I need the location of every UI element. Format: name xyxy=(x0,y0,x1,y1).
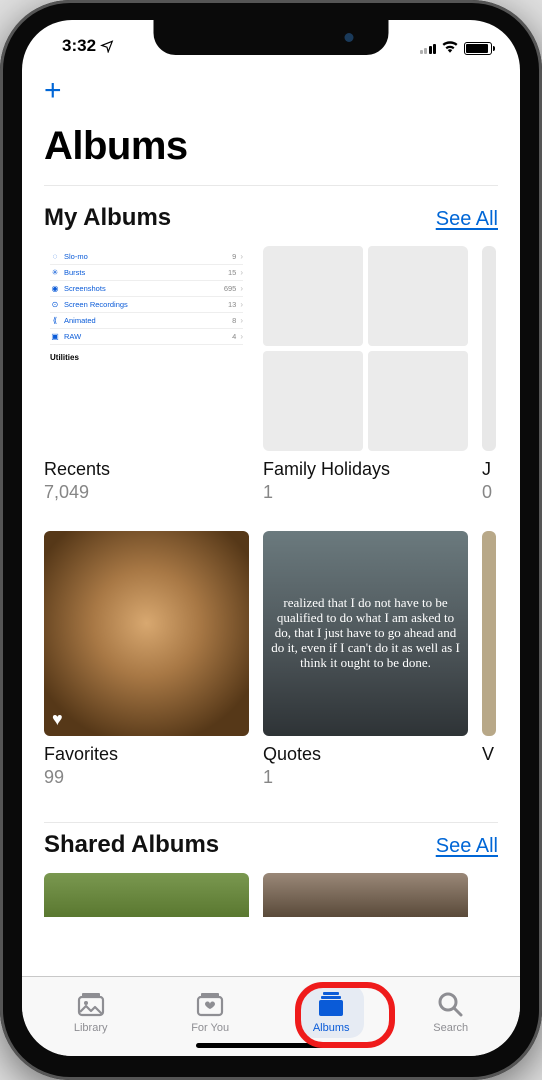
album-label: Family Holidays xyxy=(263,451,468,480)
section-shared-title: Shared Albums xyxy=(44,831,219,859)
album-family-holidays[interactable]: Family Holidays 1 xyxy=(263,246,468,503)
album-recents[interactable]: ◌Slo-mo9› ✳Bursts15› ◉Screenshots695› ⊙S… xyxy=(44,246,249,503)
album-label: Favorites xyxy=(44,736,249,765)
see-all-shared[interactable]: See All xyxy=(436,835,498,858)
for-you-icon xyxy=(194,989,226,1019)
home-indicator[interactable] xyxy=(196,1043,346,1048)
album-label: Quotes xyxy=(263,736,468,765)
tab-search[interactable]: Search xyxy=(419,985,482,1038)
album-count: 99 xyxy=(44,765,249,788)
photo-thumb xyxy=(263,873,468,917)
battery-icon xyxy=(464,42,492,55)
album-label: Recents xyxy=(44,451,249,480)
albums-icon xyxy=(315,989,347,1019)
status-time: 3:32 xyxy=(62,36,96,56)
library-icon xyxy=(75,989,107,1019)
signal-icon xyxy=(420,42,437,54)
heart-icon: ♥ xyxy=(52,709,63,730)
tab-label: Albums xyxy=(313,1022,350,1034)
album-count: 1 xyxy=(263,480,468,503)
tab-library[interactable]: Library xyxy=(60,985,122,1038)
tab-label: Library xyxy=(74,1022,108,1034)
page-title: Albums xyxy=(22,118,520,185)
section-my-albums-title: My Albums xyxy=(44,204,171,232)
tab-label: For You xyxy=(191,1022,229,1034)
status-icons xyxy=(420,34,493,58)
tab-for-you[interactable]: For You xyxy=(177,985,243,1038)
album-peek[interactable]: V xyxy=(482,531,496,788)
tab-label: Search xyxy=(433,1022,468,1034)
search-icon xyxy=(435,989,467,1019)
album-quotes[interactable]: realized that I do not have to be qualif… xyxy=(263,531,468,788)
album-count: 1 xyxy=(263,765,468,788)
album-favorites[interactable]: ♥ Favorites 99 xyxy=(44,531,249,788)
shared-album[interactable] xyxy=(263,873,468,917)
tab-albums[interactable]: Albums xyxy=(299,985,364,1038)
album-label: V xyxy=(482,736,496,765)
wifi-icon xyxy=(441,38,459,58)
album-label: J xyxy=(482,451,496,480)
photo-thumb xyxy=(263,246,363,346)
album-peek[interactable]: J 0 xyxy=(482,246,496,503)
see-all-my-albums[interactable]: See All xyxy=(436,208,498,231)
photo-thumb: ♥ xyxy=(44,531,249,736)
photo-thumb: realized that I do not have to be qualif… xyxy=(263,531,468,736)
album-count: 0 xyxy=(482,480,496,503)
add-button[interactable]: + xyxy=(44,74,62,107)
shared-album[interactable] xyxy=(44,873,249,917)
photo-thumb xyxy=(44,873,249,917)
album-count: 7,049 xyxy=(44,480,249,503)
